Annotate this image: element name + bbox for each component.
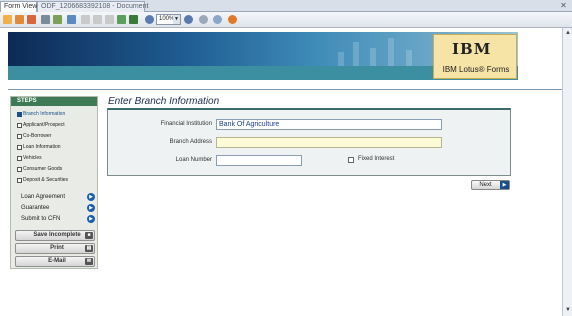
form-title: Enter Branch Information: [108, 96, 220, 107]
globe-icon[interactable]: [213, 15, 222, 24]
mail-icon: ✉: [85, 258, 93, 265]
step-checkbox-icon: [17, 134, 22, 139]
step-co-borrower[interactable]: Co-Borrower: [17, 132, 97, 141]
step-label: Vehicles: [23, 155, 42, 161]
printer-icon: ▤: [85, 245, 93, 252]
step-consumer-goods[interactable]: Consumer Goods: [17, 165, 97, 174]
attachment-icon[interactable]: [129, 15, 138, 24]
arrow-right-icon: ▶: [87, 215, 95, 223]
next-label: Next: [479, 182, 492, 188]
text-icon[interactable]: [81, 15, 90, 24]
zoom-in-icon[interactable]: [184, 15, 193, 24]
next-button[interactable]: Next ▶: [471, 180, 510, 190]
step-checkbox-icon: [17, 123, 22, 128]
toolbar-icon[interactable]: [67, 15, 76, 24]
tab-strip: Form View ODF_1206683392108 - Document ✕: [0, 0, 572, 12]
help-icon[interactable]: [199, 15, 208, 24]
step-checkbox-icon: [17, 178, 22, 183]
save-as-icon[interactable]: [27, 15, 36, 24]
tab-form-view[interactable]: Form View: [0, 1, 37, 12]
step-deposit-securities[interactable]: Deposit & Securities: [17, 176, 97, 185]
step-checkbox-icon: [17, 167, 22, 172]
print-label: Print: [50, 245, 64, 251]
product-name: IBM Lotus® Forms: [442, 65, 510, 74]
arrow-right-icon: ▶: [87, 204, 95, 212]
print-icon[interactable]: [41, 15, 50, 24]
chevron-down-icon[interactable]: ▼: [173, 15, 180, 24]
toolbar: 100% ▼: [0, 12, 572, 28]
print-button[interactable]: Print ▤: [15, 243, 95, 254]
zoom-select[interactable]: 100% ▼: [156, 14, 181, 25]
steps-sidebar: STEPS Branch Information Applicant/Prosp…: [10, 96, 98, 269]
step-loan-information[interactable]: Loan Information: [17, 143, 97, 152]
step-applicant-prospect[interactable]: Applicant/Prospect: [17, 121, 97, 130]
settings-icon[interactable]: [228, 15, 237, 24]
header-divider: [8, 89, 562, 90]
fixed-interest-checkbox[interactable]: [348, 157, 354, 163]
scroll-down-icon[interactable]: ▼: [564, 306, 572, 314]
financial-institution-label: Financial Institution: [160, 121, 212, 127]
save-icon: ■: [85, 232, 93, 239]
open-icon[interactable]: [3, 15, 12, 24]
zoom-out-icon[interactable]: [145, 15, 154, 24]
scroll-up-icon[interactable]: ▲: [564, 29, 572, 37]
branch-address-label: Branch Address: [169, 139, 212, 145]
step-label: Branch Information: [23, 111, 66, 117]
section-label: Guarantee: [21, 205, 50, 211]
save-icon[interactable]: [15, 15, 24, 24]
step-checkbox-icon: [17, 156, 22, 161]
step-label: Loan Information: [23, 144, 61, 150]
save-incomplete-label: Save Incomplete: [33, 232, 81, 238]
close-icon[interactable]: ✕: [559, 1, 568, 10]
branch-address-field[interactable]: [216, 137, 442, 148]
fixed-interest-label: Fixed Interest: [358, 156, 395, 162]
email-icon[interactable]: [53, 15, 62, 24]
step-current-icon: [17, 112, 22, 117]
section-guarantee[interactable]: Guarantee ▶: [21, 203, 97, 213]
step-label: Co-Borrower: [23, 133, 52, 139]
section-submit-to-cfn[interactable]: Submit to CFN ▶: [21, 214, 97, 224]
loan-number-field[interactable]: [216, 155, 302, 166]
paragraph-icon[interactable]: [93, 15, 102, 24]
steps-title: STEPS: [11, 97, 97, 106]
arrow-right-icon: ▶: [500, 181, 509, 189]
save-incomplete-button[interactable]: Save Incomplete ■: [15, 230, 95, 241]
section-loan-agreement[interactable]: Loan Agreement ▶: [21, 192, 97, 202]
ibm-logo-box: IBM IBM Lotus® Forms: [433, 34, 517, 79]
loan-number-label: Loan Number: [175, 157, 212, 163]
format-icon[interactable]: [105, 15, 114, 24]
financial-institution-field[interactable]: Bank Of Agriculture: [216, 119, 442, 130]
step-checkbox-icon: [17, 145, 22, 150]
email-button[interactable]: E-Mail ✉: [15, 256, 95, 267]
step-label: Applicant/Prospect: [23, 122, 65, 128]
vertical-scrollbar[interactable]: ▲ ▼: [562, 28, 572, 316]
tab-document[interactable]: ODF_1206683392108 - Document: [37, 1, 148, 12]
step-label: Consumer Goods: [23, 166, 63, 172]
ibm-logo: IBM: [452, 40, 492, 58]
section-label: Loan Agreement: [21, 194, 66, 200]
branch-info-panel: Financial Institution Bank Of Agricultur…: [107, 108, 511, 176]
sign-icon[interactable]: [117, 15, 126, 24]
section-label: Submit to CFN: [21, 216, 61, 222]
email-label: E-Mail: [48, 258, 66, 264]
arrow-right-icon: ▶: [87, 193, 95, 201]
step-branch-information[interactable]: Branch Information: [17, 110, 97, 119]
step-label: Deposit & Securities: [23, 177, 69, 183]
step-vehicles[interactable]: Vehicles: [17, 154, 97, 163]
